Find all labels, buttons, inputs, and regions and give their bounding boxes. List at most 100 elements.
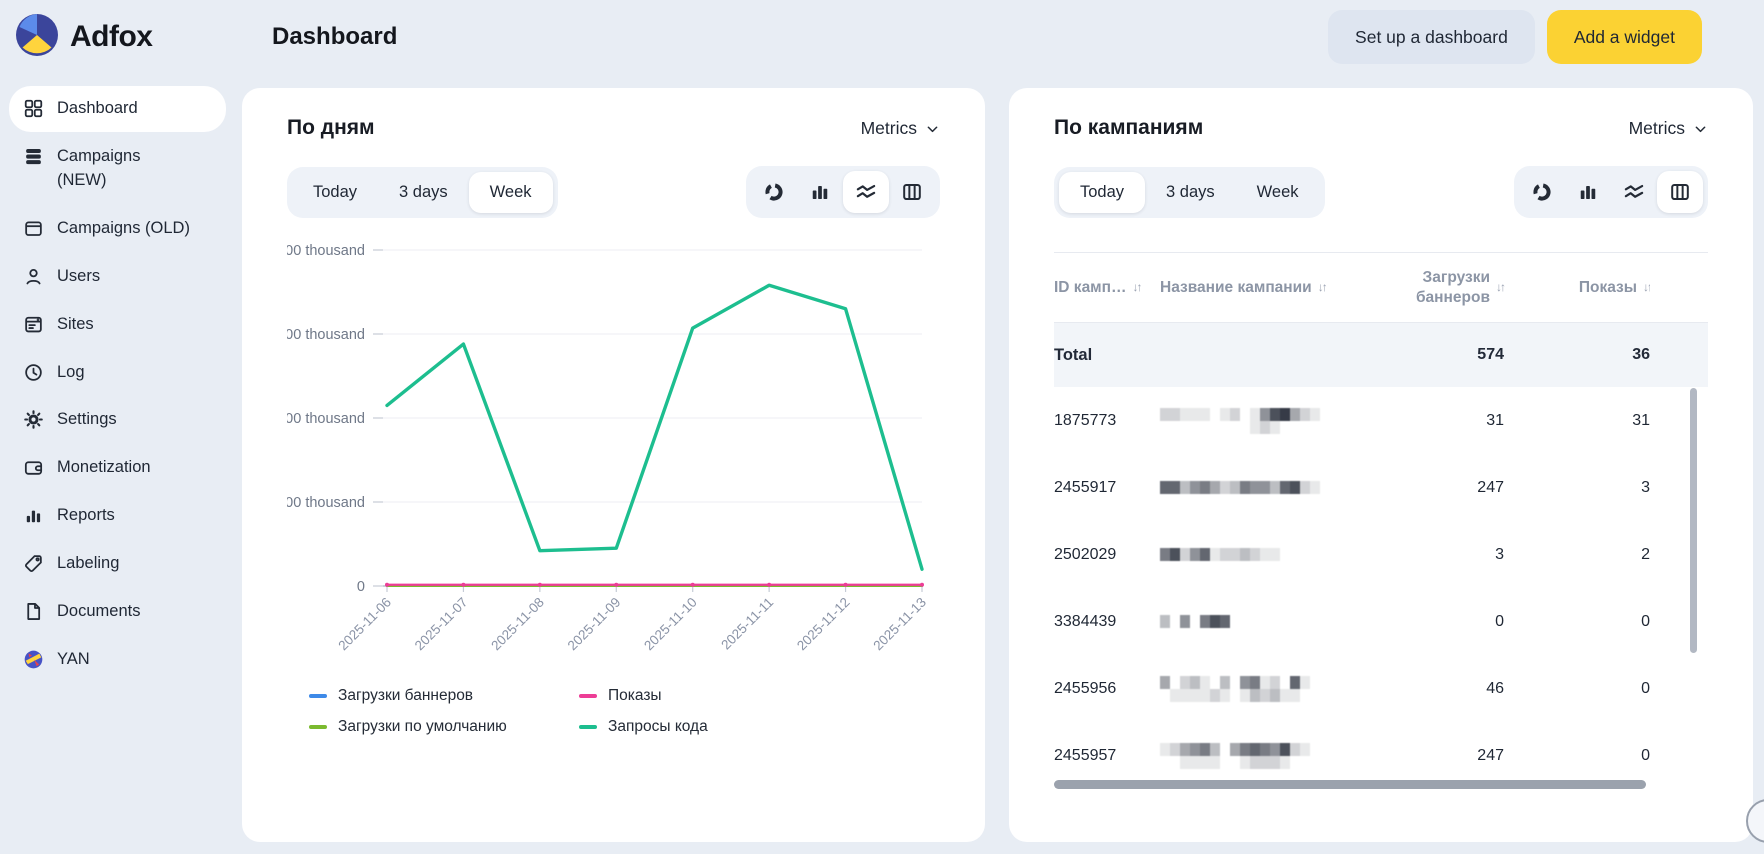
daily-metrics-dropdown[interactable]: Metrics: [861, 118, 940, 139]
daily-range-tab-3-days[interactable]: 3 days: [378, 172, 469, 213]
campaigns-view-table-columns-icon[interactable]: [1657, 171, 1703, 213]
campaigns-range-tab-3-days[interactable]: 3 days: [1145, 172, 1236, 213]
legend-item-загрузки-по-умолчанию: Загрузки по умолчанию: [309, 718, 579, 736]
page-title: Dashboard: [272, 0, 397, 74]
column-label: Загрузки баннеров: [1392, 268, 1490, 307]
sort-arrows-icon[interactable]: ↓↑: [1643, 280, 1650, 295]
table-vertical-scrollbar[interactable]: [1690, 388, 1697, 653]
svg-text:2025-11-07: 2025-11-07: [412, 595, 471, 654]
svg-text:2025-11-13: 2025-11-13: [870, 595, 929, 654]
banner-loads-value: 46: [1392, 680, 1504, 698]
daily-chart-area: 400 thousand300 thousand200 thousand100 …: [287, 236, 940, 683]
campaigns-range-tab-today[interactable]: Today: [1059, 172, 1145, 213]
column-header-показы[interactable]: Показы↓↑: [1518, 278, 1650, 297]
sidebar-item-campaigns-new[interactable]: Campaigns (NEW): [9, 134, 226, 204]
sidebar-item-sites[interactable]: Sites: [9, 302, 226, 348]
grid-icon: [23, 98, 45, 120]
daily-view-switcher: [746, 166, 940, 218]
browser-icon: [23, 314, 45, 336]
sidebar-item-label: Campaigns (NEW): [57, 145, 157, 193]
sidebar-item-label: Users: [57, 265, 100, 289]
table-row[interactable]: 24559572470: [1054, 722, 1708, 789]
campaign-name-redacted: [1160, 676, 1378, 702]
campaign-name-redacted: [1160, 615, 1378, 628]
legend-item-загрузки-баннеров: Загрузки баннеров: [309, 687, 579, 705]
daily-view-pie-chart-icon[interactable]: [751, 171, 797, 213]
banner-loads-value: 247: [1392, 747, 1504, 765]
sidebar-item-label: Campaigns (OLD): [57, 217, 190, 241]
sidebar-item-monetization[interactable]: Monetization: [9, 445, 226, 491]
table-horizontal-scrollbar[interactable]: [1054, 780, 1646, 789]
campaigns-card-title: По кампаниям: [1054, 116, 1203, 140]
svg-text:0: 0: [357, 579, 365, 595]
sidebar-item-label: Settings: [57, 408, 117, 432]
column-header-загрузки-баннеров[interactable]: Загрузки баннеров ↓↑: [1392, 268, 1504, 307]
legend-label: Загрузки по умолчанию: [338, 718, 507, 736]
svg-text:100 thousand: 100 thousand: [287, 495, 365, 511]
impressions-value: 31: [1518, 412, 1650, 430]
impressions-value: 2: [1518, 546, 1650, 564]
column-header-название-кампании[interactable]: Название кампании↓↑: [1160, 278, 1378, 297]
impressions-value: 0: [1518, 613, 1650, 631]
sidebar-item-labeling[interactable]: Labeling: [9, 541, 226, 587]
total-banner-loads: 574: [1392, 346, 1504, 364]
daily-view-bars-icon[interactable]: [797, 171, 843, 213]
main-content: По дням Metrics Today3 daysWeek 400 thou…: [242, 88, 1753, 842]
sidebar-item-label: YAN: [57, 648, 90, 672]
campaigns-range-tabs: Today3 daysWeek: [1054, 167, 1325, 218]
table-row[interactable]: 338443900: [1054, 588, 1708, 655]
campaign-id: 1875773: [1054, 412, 1146, 430]
daily-range-tabs: Today3 daysWeek: [287, 167, 558, 218]
campaigns-view-pie-chart-icon[interactable]: [1519, 171, 1565, 213]
sidebar-item-label: Monetization: [57, 456, 151, 480]
svg-text:2025-11-08: 2025-11-08: [488, 595, 547, 654]
svg-text:2025-11-10: 2025-11-10: [641, 595, 700, 654]
sort-arrows-icon[interactable]: ↓↑: [1318, 280, 1326, 295]
table-row[interactable]: 250202932: [1054, 521, 1708, 588]
daily-view-table-columns-icon[interactable]: [889, 171, 935, 213]
add-widget-button[interactable]: Add a widget: [1547, 10, 1702, 64]
svg-text:2025-11-06: 2025-11-06: [335, 595, 394, 654]
campaigns-table: ID камп…↓↑ Название кампании↓↑ Загрузки ба…: [1054, 252, 1708, 789]
table-row[interactable]: 2455956460: [1054, 655, 1708, 722]
daily-range-tab-today[interactable]: Today: [292, 172, 378, 213]
bar-chart-icon: [23, 505, 45, 527]
campaigns-view-bars-icon[interactable]: [1565, 171, 1611, 213]
sort-arrows-icon[interactable]: ↓↑: [1496, 280, 1504, 295]
svg-text:2025-11-12: 2025-11-12: [794, 595, 853, 654]
sidebar-item-yan[interactable]: YAN: [9, 637, 226, 683]
total-label: Total: [1054, 346, 1146, 365]
sidebar-item-users[interactable]: Users: [9, 254, 226, 300]
setup-dashboard-button[interactable]: Set up a dashboard: [1328, 10, 1535, 64]
svg-text:200 thousand: 200 thousand: [287, 411, 365, 427]
sidebar-item-settings[interactable]: Settings: [9, 397, 226, 443]
table-row[interactable]: 24559172473: [1054, 454, 1708, 521]
header-actions: Set up a dashboard Add a widget: [1328, 10, 1702, 64]
banner-loads-value: 0: [1392, 613, 1504, 631]
daily-view-lines-icon[interactable]: [843, 171, 889, 213]
legend-label: Загрузки баннеров: [338, 687, 473, 705]
campaign-name-redacted: [1160, 481, 1378, 494]
svg-text:2025-11-11: 2025-11-11: [718, 595, 776, 653]
campaigns-view-lines-icon[interactable]: [1611, 171, 1657, 213]
sidebar-item-documents[interactable]: Documents: [9, 589, 226, 635]
sidebar-item-label: Log: [57, 361, 85, 385]
campaigns-metrics-dropdown[interactable]: Metrics: [1629, 118, 1708, 139]
sidebar-item-dashboard[interactable]: Dashboard: [9, 86, 226, 132]
user-icon: [23, 266, 45, 288]
sidebar-item-log[interactable]: Log: [9, 350, 226, 396]
archive-box-icon: [23, 218, 45, 240]
sidebar-item-label: Sites: [57, 313, 94, 337]
impressions-value: 3: [1518, 479, 1650, 497]
wallet-icon: [23, 457, 45, 479]
table-total-row: Total57436: [1054, 323, 1708, 387]
table-row[interactable]: 18757733131: [1054, 387, 1708, 454]
campaigns-range-tab-week[interactable]: Week: [1236, 172, 1320, 213]
banner-loads-value: 3: [1392, 546, 1504, 564]
tag-icon: [23, 553, 45, 575]
sort-arrows-icon[interactable]: ↓↑: [1133, 280, 1141, 295]
sidebar-item-campaigns-old[interactable]: Campaigns (OLD): [9, 206, 226, 252]
daily-range-tab-week[interactable]: Week: [469, 172, 553, 213]
sidebar-item-reports[interactable]: Reports: [9, 493, 226, 539]
column-header-id-камп[interactable]: ID камп…↓↑: [1054, 278, 1146, 297]
